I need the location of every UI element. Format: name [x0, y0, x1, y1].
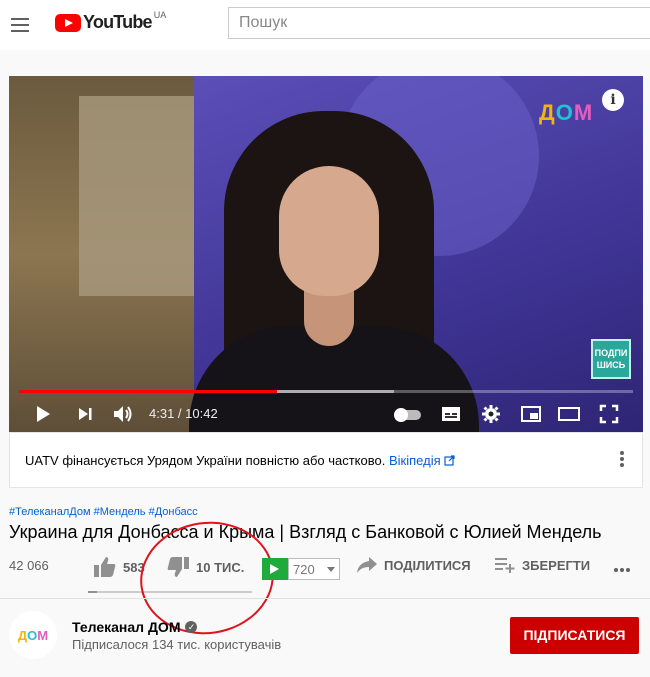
video-background-wall — [79, 96, 209, 296]
save-button[interactable]: ЗБЕРЕГТИ — [494, 556, 590, 574]
volume-icon[interactable] — [111, 402, 135, 426]
avatar-letter-2: О — [27, 627, 38, 643]
wikipedia-link[interactable]: Вікіпедія — [389, 453, 455, 468]
channel-name[interactable]: Телеканал ДОМ — [72, 619, 180, 635]
more-vertical-icon[interactable] — [620, 451, 624, 469]
add-to-playlist-icon — [495, 558, 515, 573]
subscribe-watermark-badge[interactable]: ПОДПИ ШИСЬ — [591, 339, 631, 379]
hashtags[interactable]: #ТелеканалДом #Мендель #Донбасс — [9, 506, 198, 518]
share-label: ПОДІЛИТИСЯ — [384, 557, 471, 573]
progress-played — [19, 390, 278, 393]
funding-info-text: UATV фінансується Урядом України повніст… — [25, 453, 455, 468]
view-count: 42 066 — [9, 558, 49, 573]
fullscreen-icon[interactable] — [597, 402, 621, 426]
channel-watermark: ДОМ — [539, 100, 593, 126]
top-header: YouTube UA Пошук — [0, 0, 650, 50]
player-controls: 4:31 / 10:42 — [9, 396, 643, 432]
progress-bar[interactable] — [19, 390, 633, 393]
funding-info-panel: UATV фінансується Урядом України повніст… — [9, 432, 643, 488]
miniplayer-icon[interactable] — [519, 402, 543, 426]
youtube-play-icon — [55, 13, 81, 32]
quality-select[interactable]: 720 — [288, 558, 340, 580]
funding-text: UATV фінансується Урядом України повніст… — [25, 453, 386, 468]
logo-text: YouTube — [83, 12, 153, 32]
video-title: Украина для Донбасса и Крыма | Взгляд с … — [9, 522, 602, 542]
quality-value: 720 — [293, 561, 315, 577]
quality-widget[interactable]: 720 — [262, 558, 340, 580]
save-label: ЗБЕРЕГТИ — [522, 557, 591, 573]
section-divider — [0, 598, 650, 599]
video-player[interactable]: ДОМ i ПОДПИ ШИСЬ 4:31 / 10:42 — [9, 76, 643, 432]
like-button[interactable]: 583 — [93, 556, 145, 578]
external-link-icon — [444, 455, 455, 466]
next-icon[interactable] — [73, 402, 97, 426]
info-icon[interactable]: i — [602, 89, 624, 111]
presenter-face — [279, 166, 379, 296]
logo-region: UA — [153, 10, 167, 20]
chevron-down-icon — [327, 566, 335, 572]
subtitles-icon[interactable] — [439, 402, 463, 426]
verified-check-icon: ✓ — [185, 621, 198, 633]
sentiment-bar-likes — [88, 591, 98, 593]
channel-avatar[interactable]: ДОМ — [9, 611, 57, 659]
hamburger-menu-icon[interactable] — [8, 12, 34, 38]
watermark-letter-1: Д — [539, 100, 556, 125]
thumbs-up-icon — [94, 557, 116, 577]
theater-mode-icon[interactable] — [557, 402, 581, 426]
watermark-letter-2: О — [555, 100, 574, 125]
wikipedia-link-label: Вікіпедія — [388, 453, 441, 468]
avatar-letter-3: М — [37, 627, 49, 643]
gear-icon[interactable] — [479, 402, 503, 426]
avatar-letter-1: Д — [17, 627, 28, 643]
play-icon[interactable] — [31, 402, 55, 426]
quality-play-icon — [262, 558, 288, 580]
search-input[interactable]: Пошук — [228, 7, 650, 39]
subscriber-count: Підписалося 134 тис. користувачів — [72, 637, 282, 652]
share-button[interactable]: ПОДІЛИТИСЯ — [356, 556, 471, 574]
youtube-logo[interactable]: YouTube UA — [55, 10, 167, 33]
autoplay-toggle[interactable] — [394, 408, 421, 422]
more-horizontal-icon[interactable] — [614, 568, 630, 572]
watermark-letter-3: М — [573, 100, 594, 125]
channel-name-row: Телеканал ДОМ ✓ — [72, 619, 198, 635]
subscribe-button[interactable]: ПІДПИСАТИСЯ — [510, 617, 639, 654]
time-display: 4:31 / 10:42 — [149, 406, 218, 421]
share-icon — [357, 557, 377, 573]
